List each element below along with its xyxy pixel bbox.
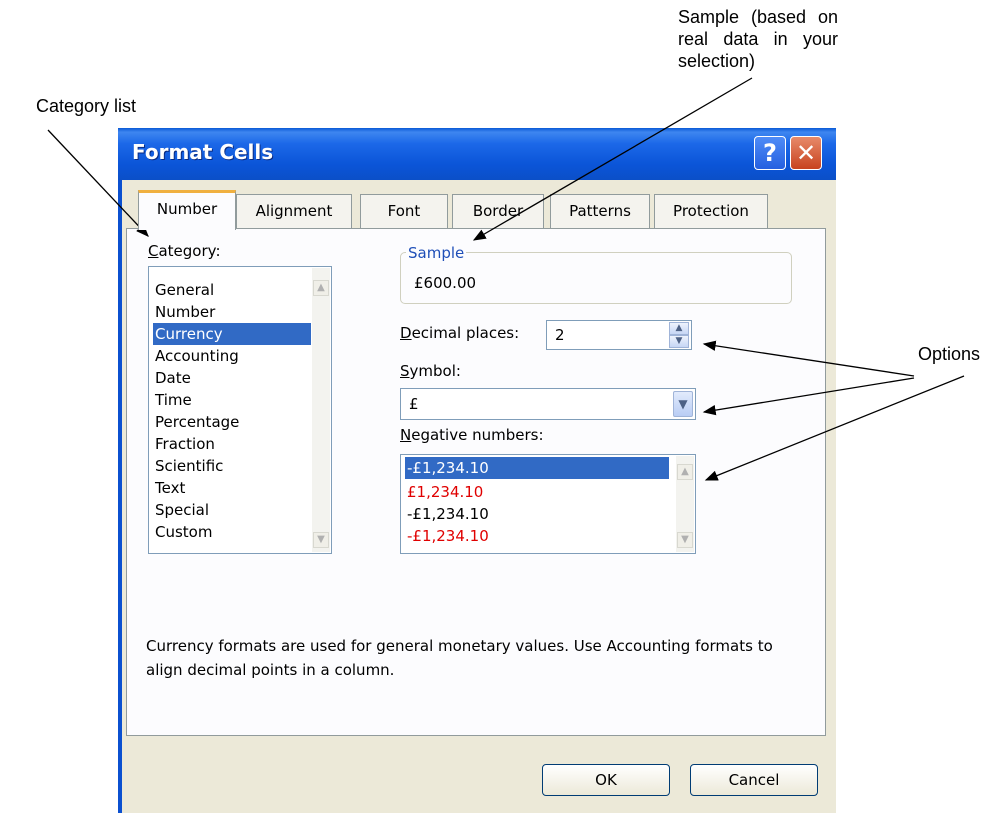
decimal-places-input[interactable]: 2 ▲ ▼ (546, 320, 692, 350)
tab-patterns[interactable]: Patterns (550, 194, 650, 228)
symbol-label: Symbol: (400, 362, 461, 380)
annotation-options: Options (918, 344, 981, 364)
spin-up-icon[interactable]: ▲ (669, 322, 689, 335)
category-item-percentage[interactable]: Percentage (153, 411, 311, 433)
symbol-dropdown[interactable]: £ ▼ (400, 388, 696, 420)
category-item-number[interactable]: Number (153, 301, 311, 323)
decimal-places-label: Decimal places: (400, 324, 520, 342)
negative-scrollbar[interactable]: ▲ ▼ (676, 456, 694, 552)
symbol-value: £ (409, 395, 419, 413)
negative-item-4[interactable]: -£1,234.10 (405, 525, 669, 547)
category-label: Category: (148, 242, 221, 260)
negative-numbers-label: Negative numbers: (400, 426, 544, 444)
annotation-category-list: Category list (36, 96, 137, 116)
category-item-special[interactable]: Special (153, 499, 311, 521)
scroll-down-icon[interactable]: ▼ (677, 532, 693, 548)
chevron-down-icon[interactable]: ▼ (673, 391, 693, 417)
window-left-border (118, 180, 122, 813)
negative-item-1[interactable]: -£1,234.10 (405, 457, 669, 479)
category-item-custom[interactable]: Custom (153, 521, 311, 543)
tab-font[interactable]: Font (360, 194, 448, 228)
scroll-up-icon[interactable]: ▲ (313, 280, 329, 296)
category-item-currency[interactable]: Currency (153, 323, 311, 345)
category-item-time[interactable]: Time (153, 389, 311, 411)
ok-button[interactable]: OK (542, 764, 670, 796)
sample-value: £600.00 (414, 274, 477, 292)
category-scrollbar[interactable]: ▲ ▼ (312, 268, 330, 552)
category-list[interactable]: General Number Currency Accounting Date … (148, 266, 332, 554)
decimal-places-value: 2 (555, 326, 565, 344)
format-cells-dialog: Format Cells ? ✕ Number Alignment Font B… (118, 128, 836, 813)
category-item-scientific[interactable]: Scientific (153, 455, 311, 477)
negative-item-3[interactable]: -£1,234.10 (405, 503, 669, 525)
annotation-sample: Sample (based on real data in your selec… (678, 7, 838, 71)
category-item-accounting[interactable]: Accounting (153, 345, 311, 367)
tab-protection[interactable]: Protection (654, 194, 768, 228)
title-bar[interactable]: Format Cells ? ✕ (118, 128, 836, 180)
negative-item-2[interactable]: £1,234.10 (405, 481, 669, 503)
tab-number[interactable]: Number (138, 190, 236, 230)
dialog-title: Format Cells (132, 140, 274, 164)
cancel-button[interactable]: Cancel (690, 764, 818, 796)
format-description: Currency formats are used for general mo… (146, 637, 773, 679)
spin-down-icon[interactable]: ▼ (669, 335, 689, 348)
sample-legend: Sample (406, 244, 467, 262)
category-item-general[interactable]: General (153, 279, 311, 301)
close-button[interactable]: ✕ (790, 136, 822, 170)
scroll-down-icon[interactable]: ▼ (313, 532, 329, 548)
category-item-date[interactable]: Date (153, 367, 311, 389)
category-item-text[interactable]: Text (153, 477, 311, 499)
tab-alignment[interactable]: Alignment (236, 194, 352, 228)
help-button[interactable]: ? (754, 136, 786, 170)
negative-numbers-list[interactable]: -£1,234.10 £1,234.10 -£1,234.10 -£1,234.… (400, 454, 696, 554)
tab-border[interactable]: Border (452, 194, 544, 228)
category-item-fraction[interactable]: Fraction (153, 433, 311, 455)
scroll-up-icon[interactable]: ▲ (677, 464, 693, 480)
